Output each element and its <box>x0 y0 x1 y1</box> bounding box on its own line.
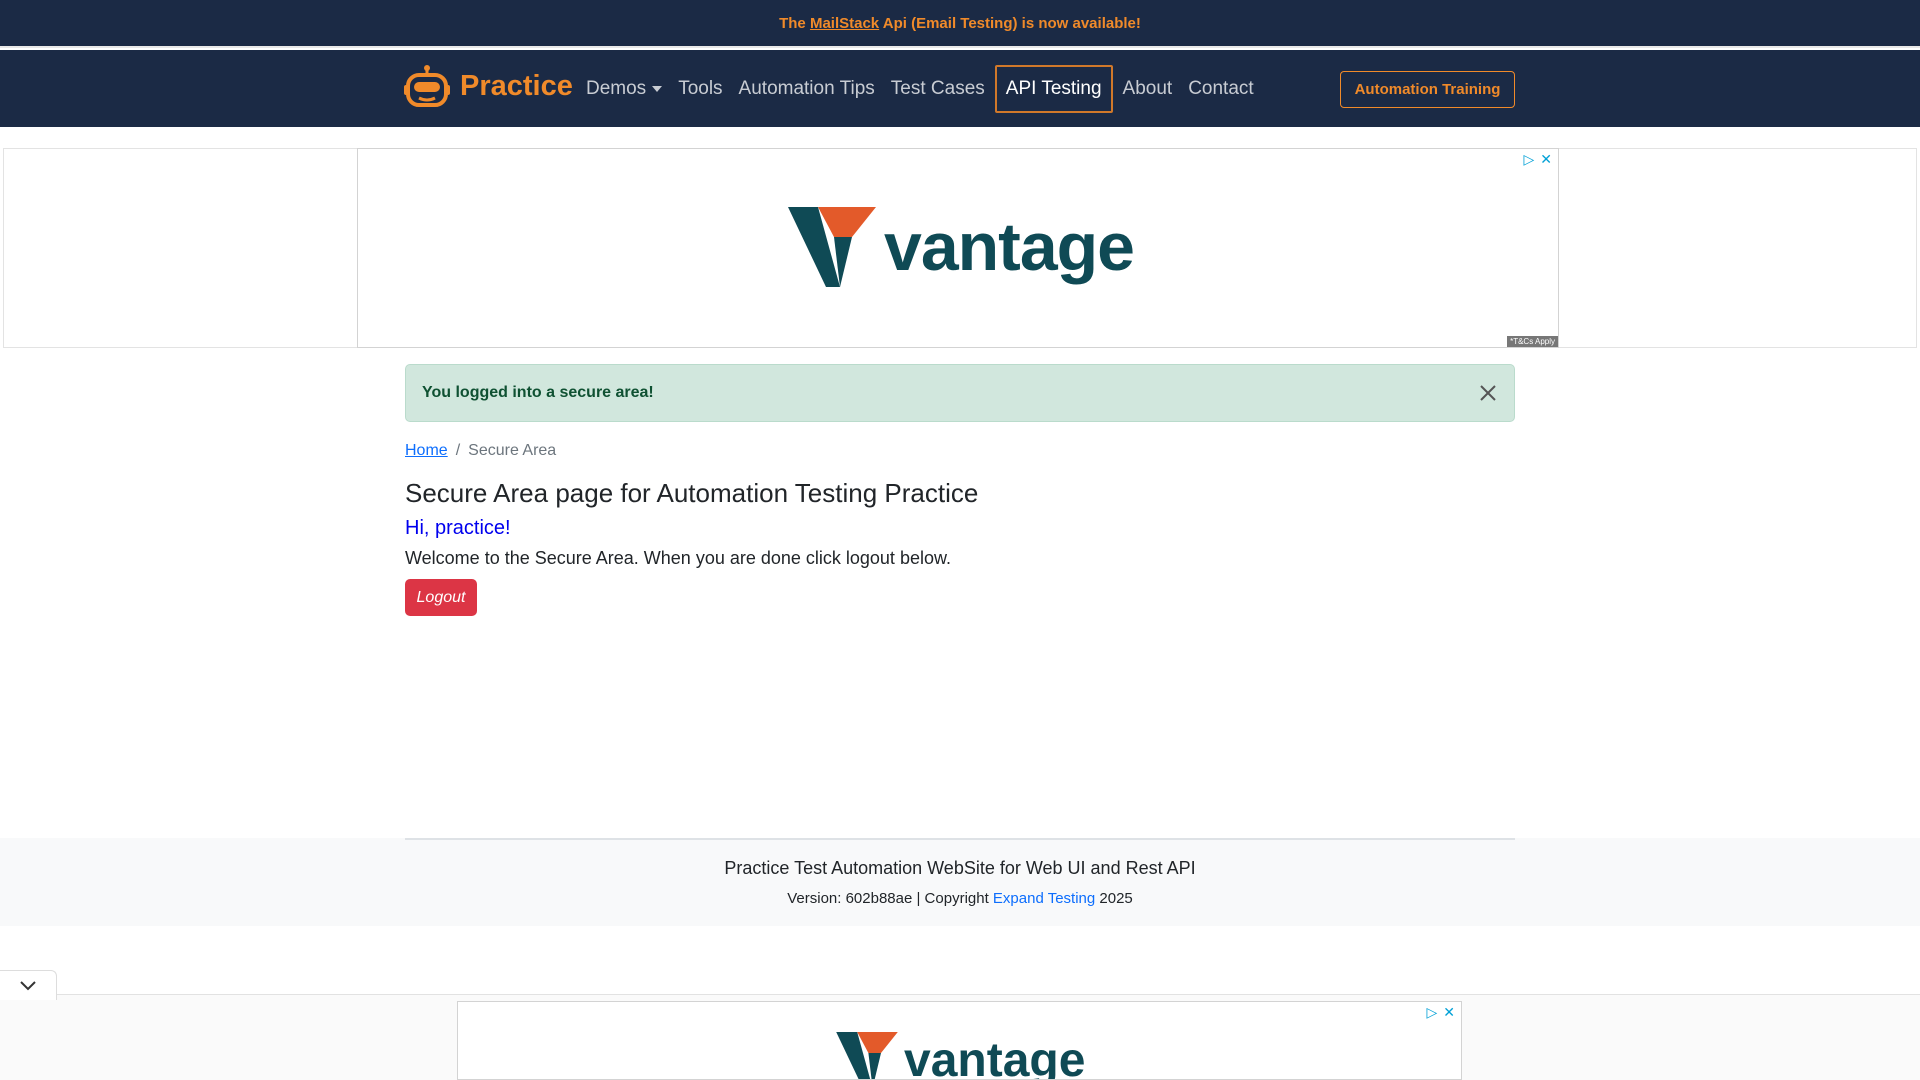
vantage-logo: vantage <box>788 207 1135 287</box>
brand-name: Practice <box>460 69 573 102</box>
automation-training-button[interactable]: Automation Training <box>1340 71 1515 108</box>
navbar: Practice Demos Tools Automation Tips Tes… <box>0 50 1920 127</box>
nav-api-testing[interactable]: API Testing <box>994 64 1113 113</box>
announcement-text: The MailStack Api (Email Testing) is now… <box>779 14 1141 32</box>
footer-title: Practice Test Automation WebSite for Web… <box>724 858 1196 878</box>
ad-close-icon[interactable]: ✕ <box>1443 1004 1455 1021</box>
page-title: Secure Area page for Automation Testing … <box>405 478 979 508</box>
breadcrumb: Home / Secure Area <box>405 442 556 460</box>
main-nav: Demos Tools Automation Tips Test Cases A… <box>578 50 1262 127</box>
adchoices-icon[interactable]: ▷ <box>1426 1004 1437 1021</box>
user-greeting: Hi, practice! <box>405 517 511 539</box>
chevron-down-icon <box>20 980 36 990</box>
ad-controls: ▷ ✕ <box>1523 151 1552 168</box>
sticky-ad-toggle[interactable] <box>0 970 57 1000</box>
welcome-text: Welcome to the Secure Area. When you are… <box>405 548 951 568</box>
announcement-bar: The MailStack Api (Email Testing) is now… <box>0 0 1920 48</box>
expand-testing-link[interactable]: Expand Testing <box>993 890 1095 907</box>
breadcrumb-current: Secure Area <box>468 442 557 459</box>
robot-logo-icon <box>404 65 450 107</box>
breadcrumb-separator: / <box>455 442 461 459</box>
vantage-v-icon <box>788 207 876 287</box>
ad-terms-label: *T&Cs Apply <box>1507 336 1558 347</box>
logout-button[interactable]: Logout <box>405 579 477 616</box>
footer: Practice Test Automation WebSite for Web… <box>0 838 1920 926</box>
footer-version: Version: 602b88ae | Copyright Expand Tes… <box>787 890 1133 907</box>
nav-contact[interactable]: Contact <box>1180 65 1261 113</box>
nav-automation-tips[interactable]: Automation Tips <box>731 65 883 113</box>
close-icon[interactable] <box>1478 383 1498 403</box>
alert-message: You logged into a secure area! <box>422 384 654 401</box>
nav-test-cases[interactable]: Test Cases <box>883 65 993 113</box>
footer-divider <box>405 838 1515 840</box>
vantage-logo: vantage <box>836 1032 1085 1079</box>
adchoices-icon[interactable]: ▷ <box>1523 151 1534 168</box>
brand-link[interactable]: Practice <box>404 64 573 108</box>
vantage-v-icon <box>836 1032 898 1079</box>
nav-demos[interactable]: Demos <box>578 65 670 113</box>
ad-close-icon[interactable]: ✕ <box>1540 151 1552 168</box>
success-alert: You logged into a secure area! <box>405 364 1515 422</box>
nav-tools[interactable]: Tools <box>670 65 730 113</box>
ad-banner[interactable]: vantage ▷ ✕ *T&Cs Apply <box>357 148 1559 348</box>
breadcrumb-home[interactable]: Home <box>405 442 448 460</box>
sticky-ad[interactable]: vantage ▷ ✕ <box>457 1001 1462 1080</box>
mailstack-link[interactable]: MailStack <box>810 15 879 32</box>
caret-down-icon <box>652 85 663 92</box>
ad-controls: ▷ ✕ <box>1426 1004 1455 1021</box>
nav-about[interactable]: About <box>1115 65 1181 113</box>
